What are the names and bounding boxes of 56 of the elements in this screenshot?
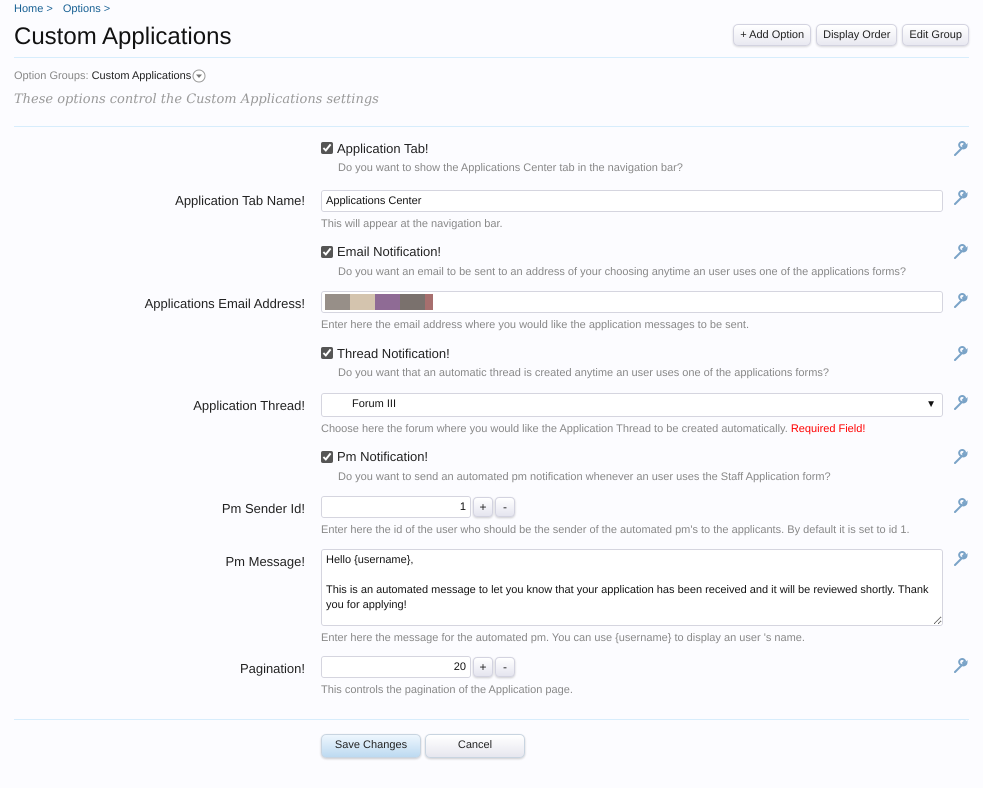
field-label: Pm Sender Id!: [222, 501, 305, 516]
message-textarea[interactable]: Hello {username}, This is an automated message to let you know that your application has been received and it will be reviewed shortly. Thank you for applying!: [321, 548, 943, 626]
option-hint: Do you want that an automatic thread is created anytime an user uses one of the applications forms?: [337, 366, 830, 381]
checkbox[interactable]: [321, 142, 333, 154]
field-label: Pagination!: [240, 661, 305, 676]
option-label: Application Tab!: [337, 140, 429, 158]
wrench-icon[interactable]: [953, 658, 969, 674]
checkbox[interactable]: [321, 450, 333, 463]
option-hint: Do you want an email to be sent to an address of your choosing anytime an user uses one of the applications forms?: [337, 264, 908, 280]
wrench-icon[interactable]: [953, 293, 969, 309]
wrench-icon[interactable]: [953, 394, 969, 410]
breadcrumb-link[interactable]: Options >: [62, 1, 110, 18]
option-group-link[interactable]: Custom Applications: [92, 68, 192, 84]
toolbar-button[interactable]: Edit Group: [902, 24, 969, 46]
group-description: These options control the Custom Applications settings: [14, 90, 969, 126]
option-hint: Do you want to show the Applications Center tab in the navigation bar?: [337, 161, 684, 176]
field-label: Application Thread!: [193, 398, 305, 412]
wrench-icon[interactable]: [953, 190, 969, 206]
wrench-icon[interactable]: [953, 449, 969, 465]
number-input-field[interactable]: 1: [321, 496, 471, 518]
field-hint: Enter here the id of the user who should be the sender of the automated pm's to the applicants. By default it is set to id 1.: [321, 523, 911, 538]
breadcrumb-link[interactable]: Home >: [14, 1, 53, 18]
checkbox[interactable]: [321, 246, 333, 258]
cancel-button[interactable]: Cancel: [425, 734, 525, 758]
wrench-icon[interactable]: [953, 550, 969, 566]
field-label: Applications Email Address!: [144, 296, 305, 311]
page-title: Custom Applications: [14, 22, 232, 52]
toolbar-button[interactable]: Display Order: [816, 24, 898, 46]
field-hint: This controls the pagination of the Application page.: [321, 683, 574, 698]
toolbar-button[interactable]: + Add Option: [733, 24, 812, 46]
option-label: Pm Notification!: [337, 448, 428, 466]
email-input-field[interactable]: [321, 291, 943, 313]
increment-button[interactable]: +: [473, 497, 493, 517]
number-input-field[interactable]: 20: [321, 656, 471, 678]
wrench-icon[interactable]: [953, 346, 969, 362]
checkbox[interactable]: [321, 347, 333, 360]
option-groups-label: Option Groups:: [14, 68, 89, 84]
option-label: Thread Notification!: [337, 344, 450, 362]
field-label: Application Tab Name!: [175, 192, 305, 208]
increment-button[interactable]: +: [473, 657, 493, 677]
field-hint: Choose here the forum where you would like the Application Thread to be created automatically. Required Field!: [321, 422, 866, 436]
text-input-field[interactable]: Applications Center: [321, 190, 943, 212]
save-button[interactable]: Save Changes: [321, 734, 421, 758]
field-hint: Enter here the message for the automated pm. You can use {username} to display an user 's name.: [321, 630, 806, 646]
wrench-icon[interactable]: [953, 244, 969, 260]
decrement-button[interactable]: -: [495, 497, 515, 517]
wrench-icon[interactable]: [953, 140, 969, 156]
field-hint: This will appear at the navigation bar.: [321, 216, 504, 232]
option-label: Email Notification!: [337, 243, 442, 261]
wrench-icon[interactable]: [953, 498, 969, 514]
thread-select[interactable]: Forum III ▼: [321, 392, 943, 416]
option-hint: Do you want to send an automated pm notification whenever an user uses the Staff Application form?: [337, 470, 832, 484]
field-label: Pm Message!: [226, 554, 305, 568]
dropdown-arrow-icon: ▼: [926, 397, 936, 412]
field-hint: Enter here the email address where you would like the application messages to be sent.: [321, 318, 750, 333]
decrement-button[interactable]: -: [495, 657, 515, 677]
